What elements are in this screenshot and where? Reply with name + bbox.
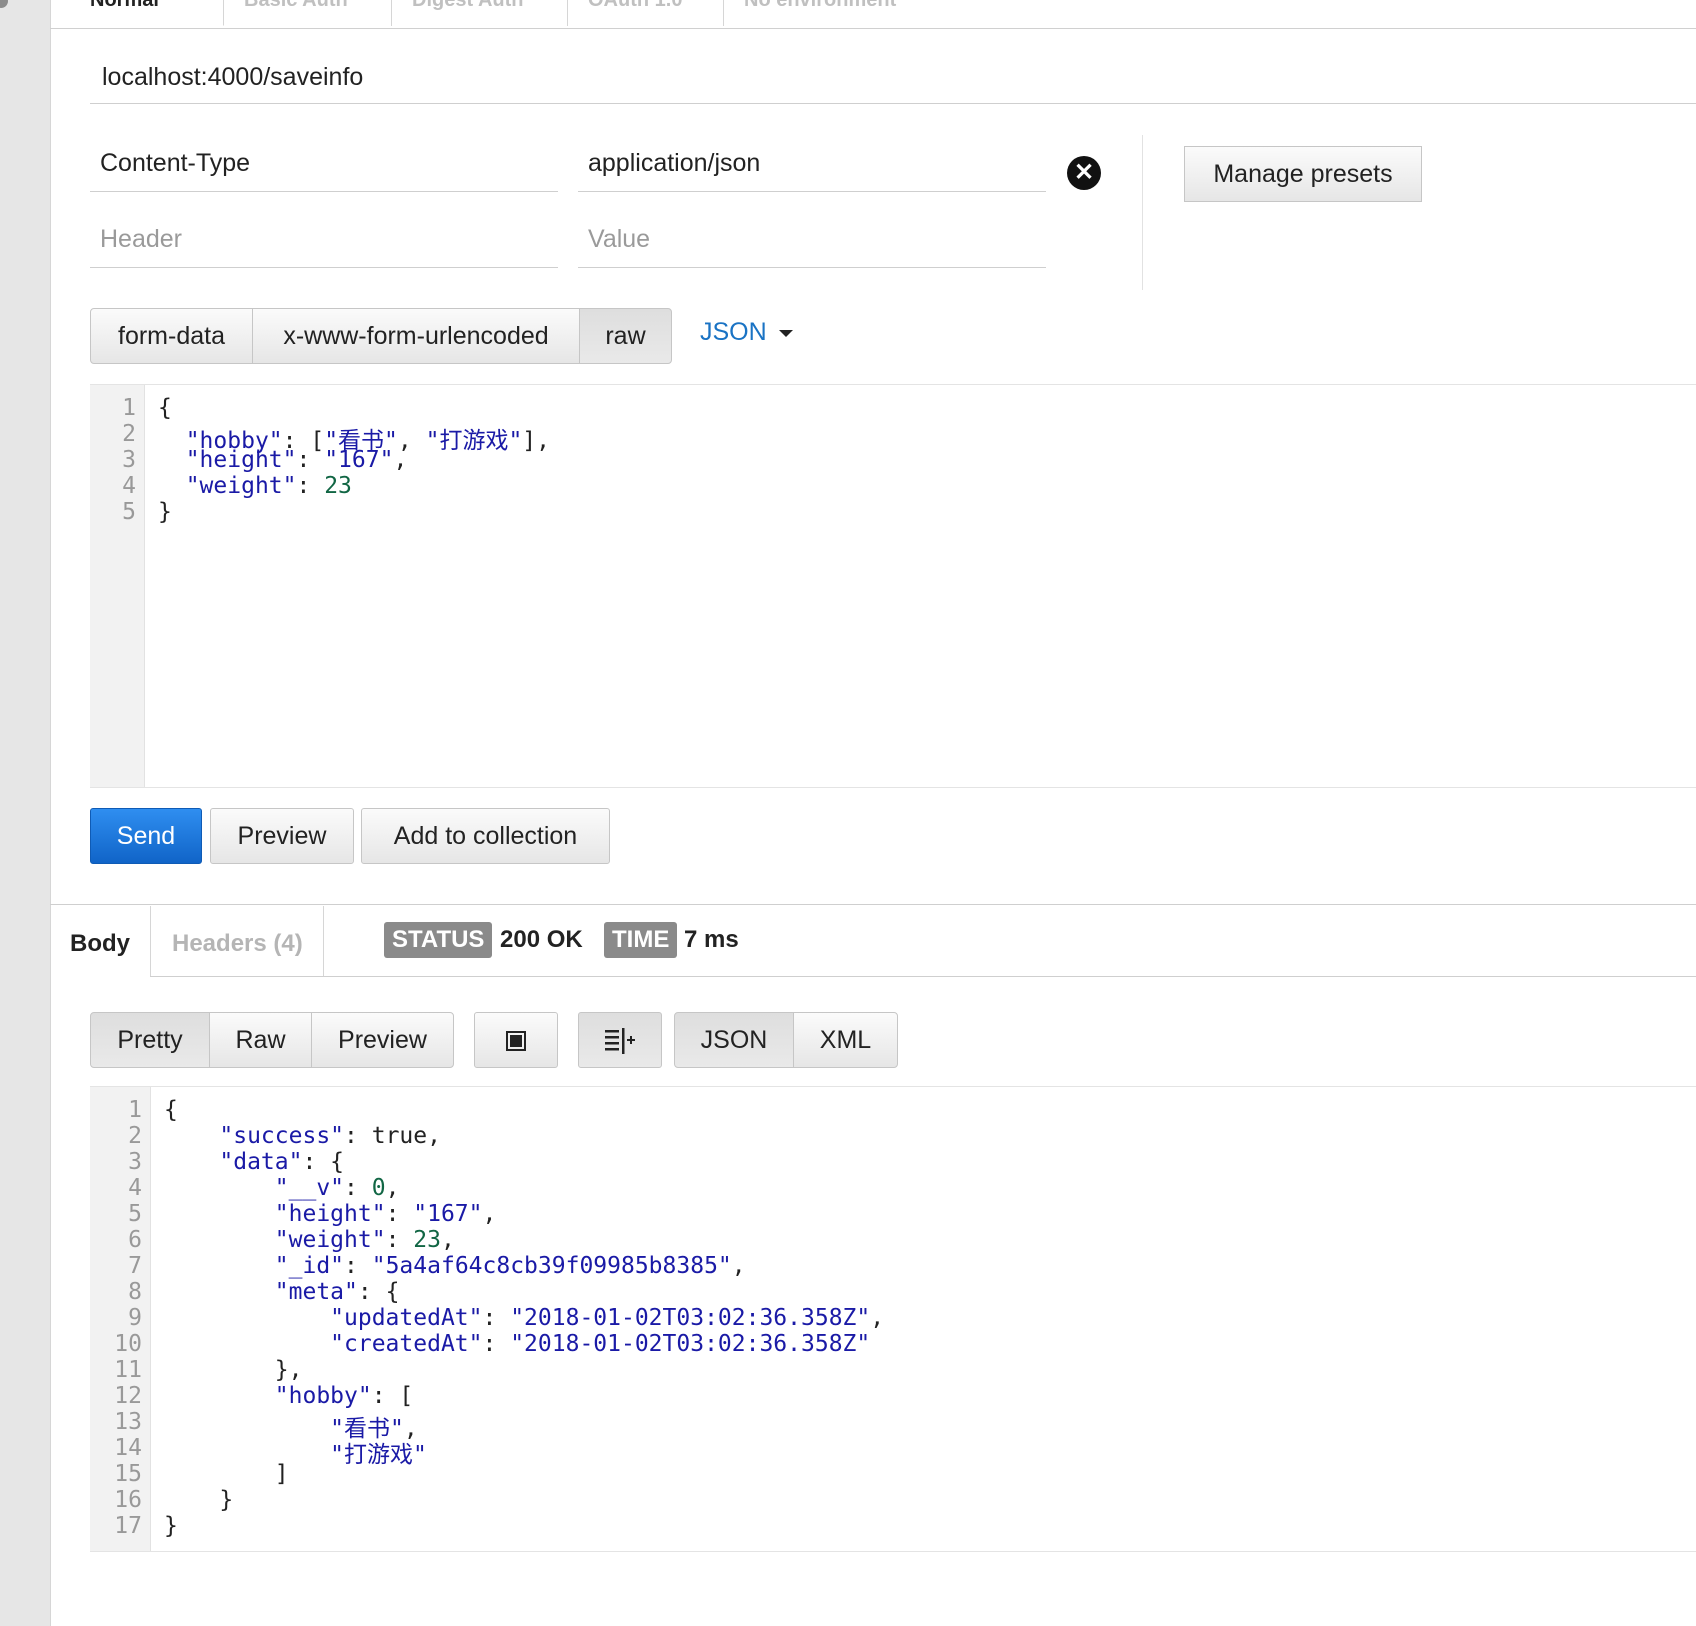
auth-tabs: Normal Basic Auth Digest Auth OAuth 1.0 … [50, 0, 1696, 29]
code-line: "updatedAt": "2018-01-02T03:02:36.358Z", [330, 1305, 885, 1331]
line-number: 1 [122, 395, 136, 421]
remove-header-icon[interactable]: ✕ [1067, 156, 1101, 190]
chevron-down-icon [778, 329, 793, 337]
raw-view-button[interactable]: Raw [209, 1012, 312, 1068]
line-number: 4 [122, 473, 136, 499]
code-line: } [158, 499, 172, 525]
response-divider [50, 904, 1696, 905]
header-key-input[interactable] [90, 136, 558, 192]
pretty-button[interactable]: Pretty [90, 1012, 210, 1068]
time-value: 7 ms [684, 926, 739, 953]
tab-divider [323, 906, 324, 976]
tab-basic-auth[interactable]: Basic Auth [224, 0, 392, 26]
line-number: 6 [128, 1227, 142, 1253]
line-number: 2 [122, 421, 136, 447]
line-number: 14 [114, 1435, 142, 1461]
tab-oauth[interactable]: OAuth 1.0 [568, 0, 724, 26]
raw-button[interactable]: raw [579, 308, 672, 364]
code-line: "createdAt": "2018-01-02T03:02:36.358Z" [330, 1331, 871, 1357]
code-line: }, [164, 1357, 303, 1383]
code-line: "weight": 23, [274, 1227, 455, 1253]
line-number: 5 [128, 1201, 142, 1227]
line-number: 15 [114, 1461, 142, 1487]
line-number: 17 [114, 1513, 142, 1539]
add-to-collection-button[interactable]: Add to collection [361, 808, 610, 864]
time-badge: TIME [604, 922, 678, 958]
raw-type-dropdown[interactable]: JSON [700, 318, 793, 347]
code-line: "__v": 0, [274, 1175, 400, 1201]
tab-response-headers[interactable]: Headers (4) [172, 930, 303, 958]
line-number: 5 [122, 499, 136, 525]
fullscreen-icon [506, 1031, 526, 1052]
line-number: 8 [128, 1279, 142, 1305]
preview-button[interactable]: Preview [210, 808, 354, 864]
tab-response-body[interactable]: Body [70, 930, 130, 958]
code-line: { [158, 395, 172, 421]
request-body-editor[interactable]: 12345 { "hobby": ["看书", "打游戏"], "height"… [90, 384, 1696, 788]
preview-view-button[interactable]: Preview [311, 1012, 454, 1068]
header-value-input[interactable] [578, 136, 1046, 192]
wrap-lines-button[interactable] [578, 1012, 662, 1068]
code-line: "height": "167", [185, 447, 408, 473]
code-line: "hobby": [ [274, 1383, 414, 1409]
code-line: ] [164, 1461, 289, 1487]
line-number: 1 [128, 1097, 142, 1123]
code-line: "height": "167", [274, 1201, 497, 1227]
line-number: 7 [128, 1253, 142, 1279]
line-number: 3 [128, 1149, 142, 1175]
code-line: "_id": "5a4af64c8cb39f09985b8385", [274, 1253, 746, 1279]
line-number: 13 [114, 1409, 142, 1435]
status-badge: STATUS [384, 922, 493, 958]
line-number: 4 [128, 1175, 142, 1201]
form-data-button[interactable]: form-data [90, 308, 253, 364]
code-line: "data": { [219, 1149, 345, 1175]
code-line: "meta": { [274, 1279, 400, 1305]
fullscreen-button[interactable] [474, 1012, 558, 1068]
urlencoded-button[interactable]: x-www-form-urlencoded [252, 308, 580, 364]
tab-digest-auth[interactable]: Digest Auth [392, 0, 568, 26]
line-number: 10 [114, 1331, 142, 1357]
tab-normal[interactable]: Normal [70, 0, 224, 26]
send-button[interactable]: Send [90, 808, 202, 864]
code-line: "success": true, [219, 1123, 441, 1149]
left-rail [0, 0, 51, 1626]
line-number: 9 [128, 1305, 142, 1331]
line-number: 2 [128, 1123, 142, 1149]
line-number: 11 [114, 1357, 142, 1383]
line-gutter: 1 2 3 4 5 6 7 8 9 10 11 12 13 14 15 16 17 [90, 1087, 151, 1551]
json-format-button[interactable]: JSON [674, 1012, 794, 1068]
line-number: 3 [122, 447, 136, 473]
line-gutter: 12345 [90, 385, 145, 787]
code-line: } [164, 1513, 178, 1539]
status-value: 200 OK [500, 926, 583, 953]
xml-format-button[interactable]: XML [793, 1012, 898, 1068]
response-tabs-underline [150, 976, 1696, 977]
raw-type-label: JSON [700, 318, 767, 346]
code-line: "weight": 23 [185, 473, 352, 499]
response-body-viewer[interactable]: 1 2 3 4 5 6 7 8 9 10 11 12 13 14 15 16 17 { "success": t… [90, 1086, 1696, 1552]
code-line: } [164, 1487, 234, 1513]
rail-handle-icon[interactable] [0, 0, 8, 8]
new-header-key-input[interactable] [90, 212, 558, 268]
manage-presets-button[interactable]: Manage presets [1184, 146, 1422, 202]
header-divider [1142, 135, 1143, 290]
new-header-value-input[interactable] [578, 212, 1046, 268]
code-line: { [164, 1097, 178, 1123]
tab-divider [150, 906, 151, 976]
wrap-lines-icon [605, 1028, 635, 1055]
line-number: 16 [114, 1487, 142, 1513]
line-number: 12 [114, 1383, 142, 1409]
environment-selector[interactable]: No environment [724, 0, 984, 26]
url-input[interactable] [90, 52, 1696, 104]
